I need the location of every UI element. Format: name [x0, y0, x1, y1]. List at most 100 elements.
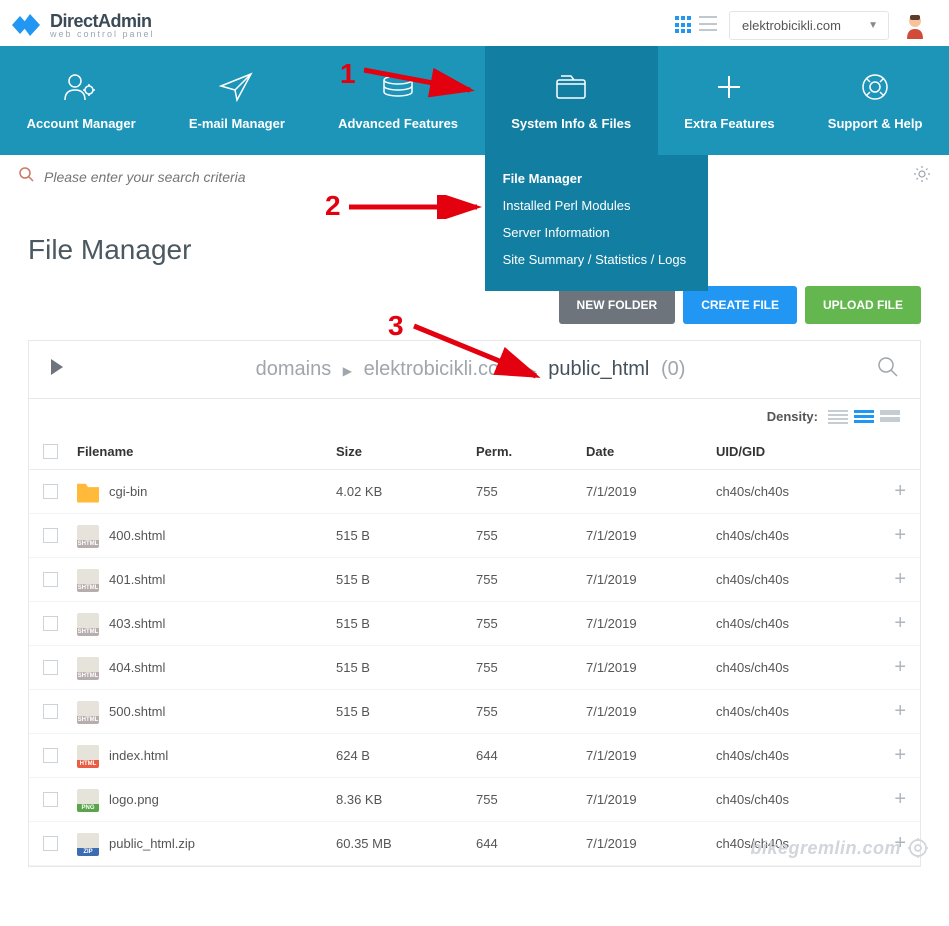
table-row[interactable]: 500.shtml515 B7557/1/2019ch40s/ch40s+	[29, 690, 920, 734]
nav-account-manager[interactable]: Account Manager	[0, 46, 162, 155]
logo-title: DirectAdmin	[50, 12, 155, 30]
fm-search-icon[interactable]	[876, 355, 900, 384]
row-checkbox[interactable]	[43, 484, 58, 499]
file-size: 515 B	[336, 704, 476, 719]
page-title: File Manager	[0, 198, 949, 284]
file-date: 7/1/2019	[586, 748, 716, 763]
table-row[interactable]: 403.shtml515 B7557/1/2019ch40s/ch40s+	[29, 602, 920, 646]
user-avatar-icon[interactable]	[901, 11, 929, 39]
row-add-icon[interactable]: +	[866, 744, 906, 767]
nav-label: E-mail Manager	[172, 116, 301, 131]
row-add-icon[interactable]: +	[866, 524, 906, 547]
table-body: cgi-bin4.02 KB7557/1/2019ch40s/ch40s+400…	[29, 470, 920, 866]
row-checkbox[interactable]	[43, 704, 58, 719]
breadcrumb-item[interactable]: domains	[256, 358, 332, 380]
domain-selector[interactable]: elektrobicikli.com	[729, 11, 889, 40]
create-file-button[interactable]: CREATE FILE	[683, 286, 797, 324]
file-size: 515 B	[336, 528, 476, 543]
file-icon	[77, 745, 99, 767]
nav-label: Advanced Features	[322, 116, 475, 131]
row-checkbox[interactable]	[43, 528, 58, 543]
support-help-icon	[811, 68, 939, 106]
file-date: 7/1/2019	[586, 660, 716, 675]
row-checkbox[interactable]	[43, 572, 58, 587]
chevron-right-icon: ▶	[527, 364, 536, 378]
new-folder-button[interactable]: NEW FOLDER	[559, 286, 676, 324]
logo[interactable]: DirectAdmin web control panel	[10, 10, 155, 40]
col-header-filename[interactable]: Filename	[77, 444, 336, 459]
col-header-size[interactable]: Size	[336, 444, 476, 459]
extra-features-icon	[668, 68, 792, 106]
action-buttons-row: NEW FOLDER CREATE FILE UPLOAD FILE	[0, 284, 949, 340]
row-checkbox[interactable]	[43, 660, 58, 675]
file-name: index.html	[109, 748, 168, 763]
file-perm: 644	[476, 748, 586, 763]
nav-support-help[interactable]: Support & Help	[801, 46, 949, 155]
nav-system-info-files[interactable]: System Info & Files File Manager Install…	[485, 46, 658, 155]
play-icon[interactable]	[49, 357, 65, 382]
row-add-icon[interactable]: +	[866, 700, 906, 723]
row-add-icon[interactable]: +	[866, 480, 906, 503]
row-add-icon[interactable]: +	[866, 788, 906, 811]
file-perm: 755	[476, 792, 586, 807]
dropdown-server-info[interactable]: Server Information	[485, 219, 708, 246]
col-header-perm[interactable]: Perm.	[476, 444, 586, 459]
file-icon	[77, 789, 99, 811]
file-perm: 755	[476, 528, 586, 543]
nav-advanced-features[interactable]: Advanced Features	[312, 46, 485, 155]
grid-view-icon[interactable]	[675, 16, 693, 34]
select-all-checkbox[interactable]	[43, 444, 58, 459]
file-uid: ch40s/ch40s	[716, 660, 866, 675]
file-icon	[77, 657, 99, 679]
row-checkbox[interactable]	[43, 616, 58, 631]
file-perm: 755	[476, 484, 586, 499]
file-perm: 755	[476, 616, 586, 631]
row-add-icon[interactable]: +	[866, 656, 906, 679]
advanced-features-icon	[322, 68, 475, 106]
table-row[interactable]: index.html624 B6447/1/2019ch40s/ch40s+	[29, 734, 920, 778]
breadcrumb-current: public_html	[548, 358, 649, 380]
dropdown-file-manager[interactable]: File Manager	[485, 165, 708, 192]
table-row[interactable]: 404.shtml515 B7557/1/2019ch40s/ch40s+	[29, 646, 920, 690]
breadcrumb-item[interactable]: elektrobicikli.com	[364, 358, 516, 380]
dropdown-installed-perl[interactable]: Installed Perl Modules	[485, 192, 708, 219]
settings-gear-icon[interactable]	[913, 165, 931, 188]
file-perm: 755	[476, 572, 586, 587]
nav-email-manager[interactable]: E-mail Manager	[162, 46, 311, 155]
nav-extra-features[interactable]: Extra Features	[658, 46, 802, 155]
file-icon	[77, 525, 99, 547]
table-row[interactable]: 401.shtml515 B7557/1/2019ch40s/ch40s+	[29, 558, 920, 602]
top-bar: DirectAdmin web control panel elektrobic…	[0, 0, 949, 46]
row-add-icon[interactable]: +	[866, 568, 906, 591]
nav-label: System Info & Files	[495, 116, 648, 131]
upload-file-button[interactable]: UPLOAD FILE	[805, 286, 921, 324]
file-uid: ch40s/ch40s	[716, 616, 866, 631]
file-uid: ch40s/ch40s	[716, 748, 866, 763]
file-uid: ch40s/ch40s	[716, 528, 866, 543]
col-header-date[interactable]: Date	[586, 444, 716, 459]
file-perm: 755	[476, 660, 586, 675]
search-input[interactable]	[44, 169, 903, 185]
table-row[interactable]: logo.png8.36 KB7557/1/2019ch40s/ch40s+	[29, 778, 920, 822]
dropdown-site-summary[interactable]: Site Summary / Statistics / Logs	[485, 246, 708, 273]
file-date: 7/1/2019	[586, 484, 716, 499]
file-size: 515 B	[336, 616, 476, 631]
density-comfy-icon[interactable]	[880, 410, 900, 424]
email-manager-icon	[172, 68, 301, 106]
table-row[interactable]: 400.shtml515 B7557/1/2019ch40s/ch40s+	[29, 514, 920, 558]
row-checkbox[interactable]	[43, 792, 58, 807]
main-navbar: Account Manager E-mail Manager Advanced …	[0, 46, 949, 155]
file-icon	[77, 569, 99, 591]
col-header-uid[interactable]: UID/GID	[716, 444, 866, 459]
row-checkbox[interactable]	[43, 748, 58, 763]
row-checkbox[interactable]	[43, 836, 58, 851]
density-compact-icon[interactable]	[828, 410, 848, 424]
table-row[interactable]: cgi-bin4.02 KB7557/1/2019ch40s/ch40s+	[29, 470, 920, 514]
row-add-icon[interactable]: +	[866, 612, 906, 635]
list-view-icon[interactable]	[699, 16, 717, 34]
density-normal-icon[interactable]	[854, 410, 874, 424]
breadcrumbs: domains ▶ elektrobicikli.com ▶ public_ht…	[83, 358, 858, 381]
nav-dropdown: File Manager Installed Perl Modules Serv…	[485, 155, 708, 291]
density-icons	[828, 410, 900, 424]
file-icon	[77, 613, 99, 635]
